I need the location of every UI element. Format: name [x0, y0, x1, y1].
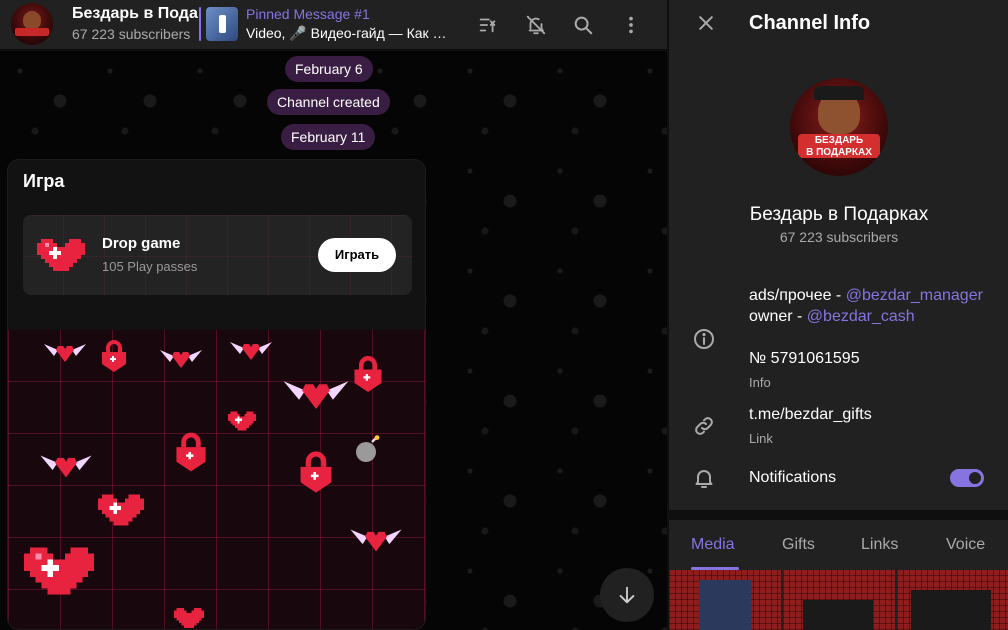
winged-heart-icon — [44, 344, 86, 362]
media-thumbnail[interactable] — [897, 570, 1008, 630]
description-text: owner - — [749, 308, 807, 325]
winged-heart-icon — [40, 455, 92, 478]
description-line: ads/прочее - @bezdar_manager — [749, 287, 983, 305]
media-grid — [669, 570, 1008, 630]
game-heading: Игра — [23, 171, 65, 191]
description-text: ads/прочее - — [749, 287, 846, 304]
notifications-label: Notifications — [749, 469, 837, 486]
media-thumbnail[interactable] — [783, 570, 895, 630]
winged-heart-icon — [283, 381, 349, 409]
pinned-thumbnail[interactable] — [206, 7, 238, 41]
play-button[interactable]: Играть — [318, 238, 396, 272]
tab-voice[interactable]: Voice — [946, 536, 985, 554]
pinned-indicator — [199, 7, 201, 41]
tab-media[interactable]: Media — [691, 536, 735, 554]
avatar-banner: БЕЗДАРЬ В ПОДАРКАХ — [798, 134, 880, 158]
avatar-hat-image — [814, 86, 864, 100]
lock-heart-icon — [300, 451, 332, 493]
description-line: owner - @bezdar_cash — [749, 308, 915, 326]
chat-title[interactable]: Бездарь в Подарках — [72, 5, 199, 23]
tab-gifts[interactable]: Gifts — [782, 536, 815, 554]
close-icon[interactable] — [693, 10, 719, 36]
channel-link-label: Link — [749, 431, 773, 446]
lock-heart-icon — [102, 340, 126, 372]
winged-heart-icon — [160, 350, 202, 368]
lock-heart-icon — [354, 356, 382, 392]
game-field[interactable] — [8, 330, 425, 629]
lock-heart-icon — [176, 432, 206, 472]
media-thumbnail[interactable] — [669, 570, 781, 630]
game-name: Drop game — [102, 235, 181, 252]
game-play-passes: 105 Play passes — [102, 259, 198, 274]
section-divider — [669, 510, 1008, 520]
pinned-message-text[interactable]: Video, 🎤 Видео-гайд — Как … — [246, 25, 456, 42]
channel-name: Бездарь в Подарках — [749, 204, 929, 225]
avatar-dog-image — [23, 11, 41, 29]
chat-subscriber-count: 67 223 subscribers — [72, 26, 191, 42]
date-separator: February 6 — [285, 56, 373, 82]
pixel-heart-icon — [174, 608, 204, 628]
search-icon[interactable] — [569, 11, 597, 39]
owner-link[interactable]: @bezdar_cash — [807, 308, 915, 325]
service-message: Channel created — [267, 89, 390, 115]
media-tabs: Media Gifts Links Voice — [669, 520, 1008, 570]
arrow-down-icon — [619, 586, 635, 604]
info-circle-icon — [691, 326, 717, 352]
more-vert-icon[interactable] — [617, 11, 645, 39]
channel-info-panel: Channel Info БЕЗДАРЬ В ПОДАРКАХ Бездарь … — [668, 0, 1008, 630]
game-preview-box[interactable]: Drop game 105 Play passes Играть — [23, 215, 412, 295]
manager-link[interactable]: @bezdar_manager — [846, 287, 983, 304]
winged-heart-icon — [230, 342, 272, 360]
winged-heart-icon — [350, 529, 402, 552]
pin-list-icon[interactable] — [474, 11, 502, 39]
pixel-heart-icon — [228, 411, 256, 431]
bell-icon — [691, 465, 717, 491]
avatar-banner-line: БЕЗДАРЬ — [814, 135, 864, 146]
pixel-heart-icon — [24, 547, 94, 595]
channel-avatar[interactable] — [11, 3, 53, 45]
pixel-heart-icon — [37, 239, 85, 271]
panel-title: Channel Info — [749, 12, 871, 34]
avatar-banner — [15, 28, 49, 36]
avatar-banner-line: В ПОДАРКАХ — [806, 147, 872, 158]
mute-bell-icon[interactable] — [522, 11, 550, 39]
game-message: Игра Drop game 105 Play passes Играть — [7, 159, 426, 630]
bomb-icon — [356, 435, 380, 462]
channel-id[interactable]: № 5791061595 — [749, 350, 860, 368]
channel-avatar-large[interactable]: БЕЗДАРЬ В ПОДАРКАХ — [790, 78, 888, 176]
pixel-heart-icon — [98, 494, 144, 526]
tab-links[interactable]: Links — [861, 536, 898, 554]
pinned-message-title[interactable]: Pinned Message #1 — [246, 6, 370, 22]
channel-subscriber-count: 67 223 subscribers — [779, 229, 899, 245]
chat-header: Бездарь в Подарках 67 223 subscribers Pi… — [0, 0, 667, 50]
link-icon — [691, 413, 717, 439]
notifications-toggle[interactable] — [950, 469, 984, 487]
channel-id-label: Info — [749, 375, 771, 390]
channel-link[interactable]: t.me/bezdar_gifts — [749, 406, 872, 424]
scroll-to-bottom-button[interactable] — [600, 568, 654, 622]
date-separator: February 11 — [281, 124, 376, 150]
